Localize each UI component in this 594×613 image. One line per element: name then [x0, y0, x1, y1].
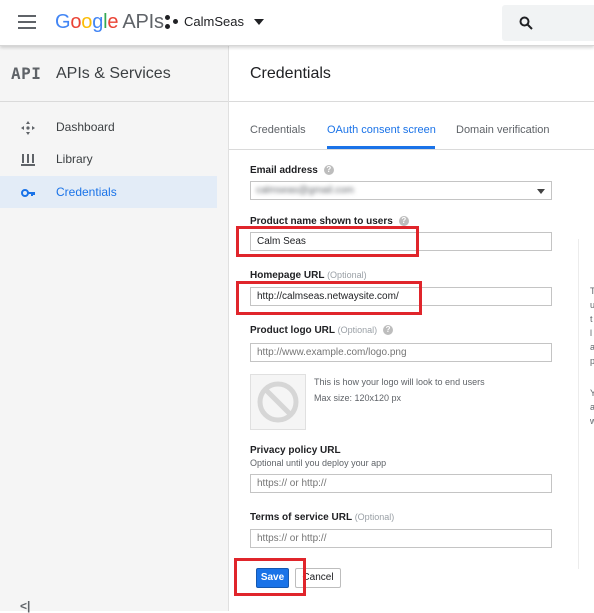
help-icon[interactable]: ?: [383, 325, 394, 335]
top-app-bar: Google APIs CalmSeas: [0, 0, 594, 46]
logo-preview-text: This is how your logo will look to end u…: [314, 377, 485, 387]
right-panel-text: a: [590, 342, 594, 352]
highlight-box: [236, 226, 419, 257]
email-label: Email address?: [250, 165, 334, 176]
no-image-icon: [257, 381, 299, 423]
sidebar: API APIs & Services Dashboard Library Cr…: [0, 46, 229, 613]
right-panel-divider: [578, 239, 579, 569]
sidebar-item-label: Credentials: [56, 185, 117, 199]
highlight-box: [236, 281, 422, 315]
google-apis-logo[interactable]: Google APIs: [55, 11, 164, 34]
tab-oauth-consent-screen[interactable]: OAuth consent screen: [327, 124, 436, 136]
sidebar-title[interactable]: APIs & Services: [56, 65, 171, 83]
right-panel-text: u: [590, 300, 594, 310]
menu-icon[interactable]: [18, 15, 36, 29]
logo-preview: [250, 374, 306, 430]
dashboard-icon: [21, 121, 35, 135]
project-icon: [165, 14, 179, 29]
product-label: APIs: [122, 11, 164, 33]
right-panel-text: Y: [590, 388, 594, 398]
terms-of-service-input[interactable]: [250, 529, 552, 548]
right-panel-text: w: [590, 416, 594, 426]
privacy-policy-input[interactable]: [250, 474, 552, 493]
homepage-url-label: Homepage URL (Optional): [250, 270, 367, 281]
privacy-policy-hint: Optional until you deploy your app: [250, 458, 387, 468]
right-panel-text: T: [590, 286, 594, 296]
tab-credentials[interactable]: Credentials: [250, 124, 306, 136]
sidebar-item-library[interactable]: Library: [0, 143, 217, 175]
email-value: calmseas@gmail.com: [256, 185, 354, 196]
sidebar-header: API APIs & Services: [0, 46, 228, 102]
sidebar-item-label: Library: [56, 152, 93, 166]
logo-max-size: Max size: 120x120 px: [314, 393, 402, 403]
library-icon: [21, 154, 35, 166]
chevron-down-icon: [253, 18, 264, 25]
sidebar-item-dashboard[interactable]: Dashboard: [0, 111, 217, 143]
active-tab-indicator: [327, 146, 435, 149]
project-selector[interactable]: CalmSeas: [165, 14, 264, 29]
right-panel-text: p: [590, 356, 594, 366]
right-panel-text: t: [590, 314, 593, 324]
right-panel-text: l: [590, 328, 592, 338]
right-panel-text: a: [590, 402, 594, 412]
help-icon[interactable]: ?: [398, 216, 409, 226]
google-wordmark: Google: [55, 11, 119, 33]
privacy-policy-label: Privacy policy URL: [250, 445, 341, 456]
sidebar-item-label: Dashboard: [56, 120, 115, 134]
logo-url-label: Product logo URL (Optional)?: [250, 325, 394, 336]
terms-of-service-label: Terms of service URL (Optional): [250, 512, 395, 523]
search-icon: [519, 16, 533, 30]
logo-url-input[interactable]: [250, 343, 552, 362]
key-icon: [21, 189, 35, 197]
project-name: CalmSeas: [184, 14, 244, 29]
sidebar-item-credentials[interactable]: Credentials: [0, 176, 217, 208]
chevron-down-icon: [537, 189, 545, 194]
help-icon[interactable]: ?: [323, 165, 334, 175]
main-content: Credentials Credentials OAuth consent sc…: [229, 46, 594, 611]
search-box[interactable]: [502, 5, 594, 41]
tab-domain-verification[interactable]: Domain verification: [456, 124, 550, 136]
api-logo: API: [11, 64, 42, 83]
highlight-box: [234, 558, 306, 596]
tab-bar: Credentials OAuth consent screen Domain …: [229, 102, 594, 150]
page-header: Credentials: [229, 46, 594, 102]
email-select[interactable]: calmseas@gmail.com: [250, 181, 552, 200]
page-title: Credentials: [250, 65, 331, 82]
